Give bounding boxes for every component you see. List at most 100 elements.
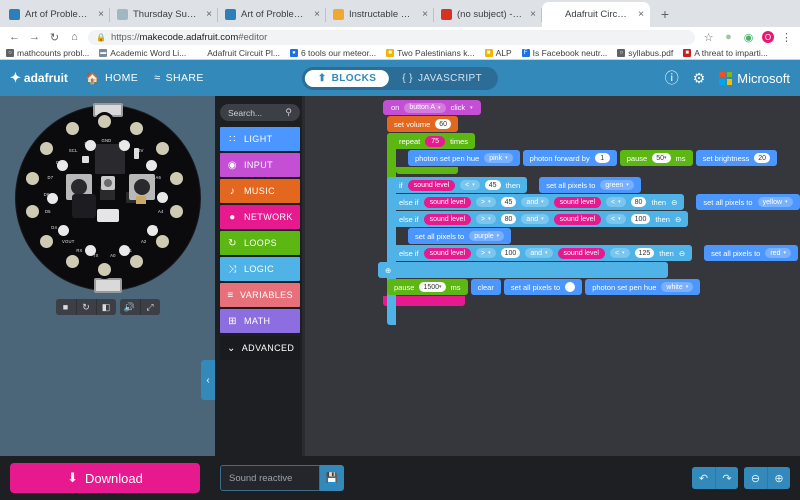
block-set-all-pixels-red[interactable]: set all pixels to red ▾ bbox=[704, 245, 798, 261]
threshold-value[interactable]: 45 bbox=[484, 180, 501, 190]
toolbox-category-advanced[interactable]: ⌄ ADVANCED bbox=[220, 336, 300, 360]
bookmark-item[interactable]: F Is Facebook neutr... bbox=[521, 48, 607, 58]
operator-dropdown[interactable]: < ▾ bbox=[460, 180, 480, 190]
close-icon[interactable]: × bbox=[420, 9, 430, 20]
toolbox-category-logic[interactable]: ⤨ LOGIC bbox=[220, 257, 300, 281]
browser-tab[interactable]: Instructable Editor × bbox=[326, 2, 434, 27]
bookmark-item[interactable]: Adafruit Circuit Pl... bbox=[196, 48, 280, 58]
header-menu-item-home[interactable]: 🏠 HOME bbox=[86, 72, 138, 85]
bookmark-item[interactable]: ■ A threat to imparti... bbox=[683, 48, 768, 58]
sound-level-variable[interactable]: sound level bbox=[407, 179, 456, 191]
board-pad[interactable] bbox=[62, 118, 82, 138]
block-if-0[interactable]: if sound level < ▾ 45 then bbox=[387, 177, 528, 193]
bookmark-item[interactable]: ■ ALP bbox=[484, 48, 512, 58]
block-set-all-pixels-purple[interactable]: set all pixels to purple ▾ bbox=[408, 228, 512, 244]
board-pad[interactable] bbox=[167, 169, 187, 189]
board-pad[interactable] bbox=[127, 252, 147, 272]
close-icon[interactable]: × bbox=[96, 9, 106, 20]
zoom-in-button[interactable]: ⊕ bbox=[767, 467, 790, 489]
operator-dropdown[interactable]: > ▾ bbox=[476, 197, 496, 207]
operator-dropdown[interactable]: > ▾ bbox=[476, 214, 496, 224]
block-pause-long[interactable]: pause 1500 ▾ ms bbox=[387, 279, 468, 295]
restart-button[interactable]: ↻ bbox=[75, 299, 96, 315]
block-set-brightness[interactable]: set brightness 20 bbox=[695, 150, 778, 166]
color-dropdown[interactable]: yellow ▾ bbox=[757, 197, 793, 207]
color-dropdown[interactable]: green ▾ bbox=[600, 180, 634, 190]
download-button[interactable]: ⬇ Download bbox=[10, 463, 200, 493]
browser-tab[interactable]: (no subject) - 103568@isp × bbox=[434, 2, 542, 27]
block-else-if-2[interactable]: else if sound level > ▾ 80 and ▾ sound level <… bbox=[387, 211, 689, 227]
threshold-value[interactable]: 45 bbox=[500, 197, 517, 207]
minus-icon[interactable]: ⊖ bbox=[679, 249, 685, 258]
block-on-button-click[interactable]: on button A ▾ click ▾ bbox=[383, 100, 481, 115]
extension-icon-2[interactable]: ◉ bbox=[742, 31, 755, 44]
threshold-value-2[interactable]: 100 bbox=[630, 214, 651, 224]
close-icon[interactable]: × bbox=[636, 9, 646, 20]
zoom-out-button[interactable]: ⊖ bbox=[744, 467, 767, 489]
bookmark-item[interactable]: ○ mathcounts probl... bbox=[6, 48, 89, 58]
plus-icon[interactable]: ⊕ bbox=[385, 266, 391, 275]
sound-level-variable-2[interactable]: sound level bbox=[553, 213, 602, 225]
sound-level-variable-2[interactable]: sound level bbox=[557, 247, 605, 259]
block-photon-hue-white[interactable]: photon set pen hue white ▾ bbox=[585, 279, 701, 295]
operator-dropdown[interactable]: > ▾ bbox=[476, 248, 496, 258]
threshold-value-2[interactable]: 80 bbox=[630, 197, 647, 207]
conjunction-dropdown[interactable]: and ▾ bbox=[521, 197, 549, 207]
board-pad[interactable] bbox=[152, 139, 172, 159]
minus-icon[interactable]: ⊖ bbox=[675, 215, 681, 224]
toolbox-category-music[interactable]: ♪ MUSIC bbox=[220, 179, 300, 203]
address-bar[interactable]: 🔒 https://makecode.adafruit.com#editor bbox=[88, 29, 695, 45]
profile-avatar[interactable]: O bbox=[762, 31, 774, 43]
block-clear[interactable]: clear bbox=[470, 279, 501, 295]
close-icon[interactable]: × bbox=[528, 9, 538, 20]
board-pad[interactable] bbox=[22, 201, 42, 221]
photon-hue-dropdown[interactable]: pink ▾ bbox=[484, 153, 513, 163]
block-if-else-chain[interactable]: if sound level < ▾ 45 then set all pixels to g… bbox=[378, 177, 800, 325]
sound-level-variable[interactable]: sound level bbox=[423, 213, 472, 225]
blocks-canvas[interactable]: on button A ▾ click ▾ set volume 60 repe… bbox=[305, 96, 800, 456]
toolbox-category-math[interactable]: ⊞ MATH bbox=[220, 309, 300, 333]
undo-button[interactable]: ↶ bbox=[692, 467, 715, 489]
button-dropdown[interactable]: button A ▾ bbox=[404, 102, 446, 113]
bookmark-item[interactable]: ● 6 tools our meteor... bbox=[289, 48, 376, 58]
help-icon[interactable]: ⓘ bbox=[665, 68, 679, 88]
photon-forward-value[interactable]: 1 bbox=[594, 153, 610, 163]
photon-white-dropdown[interactable]: white ▾ bbox=[661, 282, 694, 292]
close-icon[interactable]: × bbox=[204, 9, 214, 20]
board-pad[interactable] bbox=[37, 231, 57, 251]
toggle-blocks[interactable]: ⬆ BLOCKS bbox=[304, 69, 390, 87]
minus-icon[interactable]: ⊖ bbox=[671, 198, 677, 207]
collapse-simulator-button[interactable]: ‹ bbox=[201, 360, 215, 400]
new-tab-button[interactable]: + bbox=[654, 3, 676, 25]
header-menu-item-share[interactable]: ≈ SHARE bbox=[154, 72, 204, 84]
sound-level-variable-2[interactable]: sound level bbox=[553, 196, 602, 208]
forward-icon[interactable]: → bbox=[28, 31, 41, 44]
toolbox-category-input[interactable]: ◉ INPUT bbox=[220, 153, 300, 177]
operator-dropdown-2[interactable]: < ▾ bbox=[606, 214, 626, 224]
extension-icon-1[interactable]: ● bbox=[722, 31, 735, 44]
block-photon-set-pen-hue[interactable]: photon set pen hue pink ▾ bbox=[408, 150, 520, 166]
pause-value[interactable]: 50 ▾ bbox=[652, 153, 671, 163]
toolbox-category-variables[interactable]: ≡ VARIABLES bbox=[220, 283, 300, 307]
bookmark-item[interactable]: ○ syllabus.pdf bbox=[617, 48, 673, 58]
bookmark-item[interactable]: ■ Two Palestinians k... bbox=[386, 48, 475, 58]
block-photon-forward[interactable]: photon forward by 1 bbox=[522, 150, 617, 166]
debug-button[interactable]: ◧ bbox=[95, 299, 116, 315]
threshold-value[interactable]: 80 bbox=[500, 214, 517, 224]
circuit-playground-board[interactable]: GND D8 3.3V A7 A6 A5 A4 A3 A2 A1 A0 TX RX VOUT D4 D5 D6 D… bbox=[15, 103, 200, 293]
fullscreen-button[interactable]: ⤢ bbox=[139, 299, 160, 315]
block-set-all-pixels-white[interactable]: set all pixels to bbox=[503, 279, 583, 295]
set-volume-value[interactable]: 60 bbox=[435, 119, 452, 129]
back-icon[interactable]: ← bbox=[8, 31, 21, 44]
block-set-all-pixels-green[interactable]: set all pixels to green ▾ bbox=[539, 177, 641, 193]
block-set-volume[interactable]: set volume 60 bbox=[387, 116, 459, 132]
mute-button[interactable]: 🔊 bbox=[119, 299, 140, 315]
sound-level-variable[interactable]: sound level bbox=[423, 196, 472, 208]
toolbox-category-network[interactable]: ● NETWORK bbox=[220, 205, 300, 229]
color-swatch[interactable] bbox=[565, 282, 576, 292]
board-pad[interactable] bbox=[62, 252, 82, 272]
repeat-header[interactable]: repeat 75 times bbox=[387, 133, 475, 149]
adafruit-logo[interactable]: ✦ adafruit bbox=[10, 70, 68, 86]
operator-dropdown-2[interactable]: < ▾ bbox=[609, 248, 630, 258]
conjunction-dropdown[interactable]: and ▾ bbox=[525, 248, 553, 258]
